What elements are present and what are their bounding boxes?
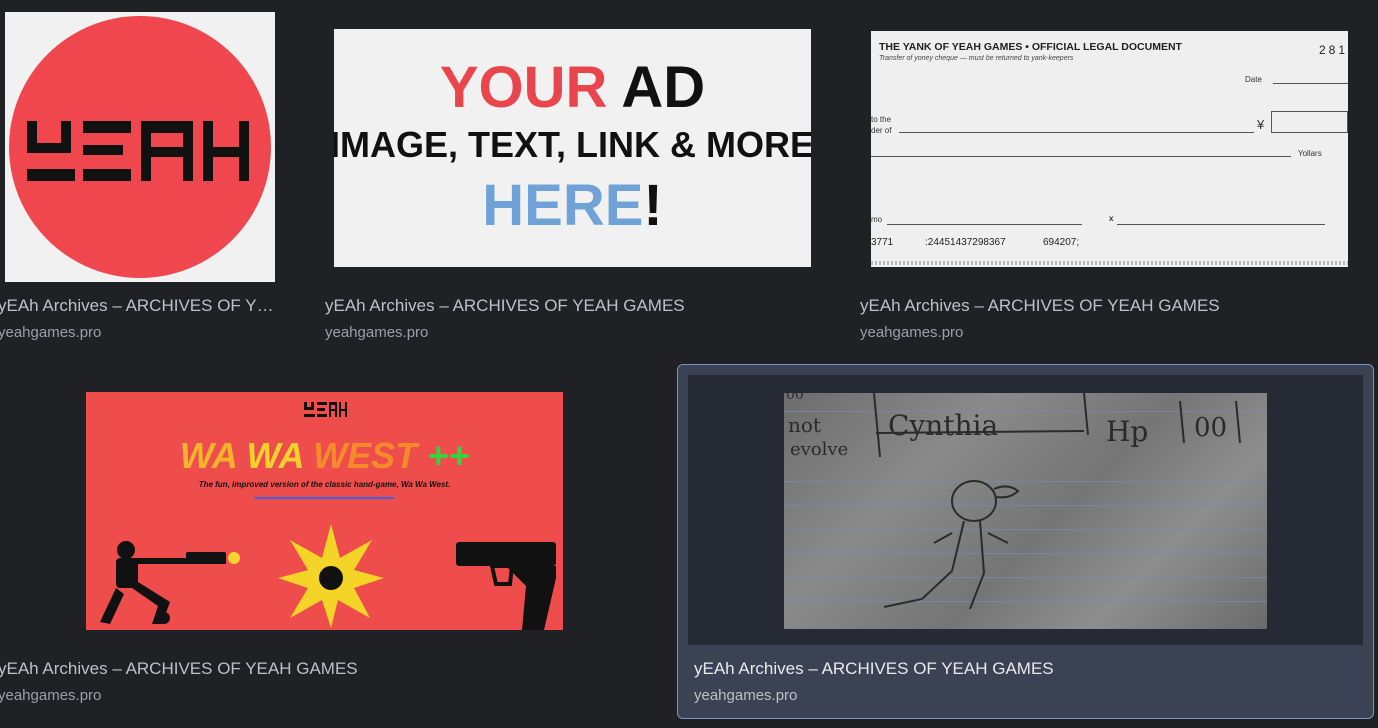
cheque-subheader: Transfer of yoney cheque — must be retur… bbox=[879, 55, 1074, 62]
sketch-drawing-icon bbox=[873, 393, 1241, 610]
result-thumbnail-5[interactable]: not evolve Cynthia Hp 00 00 bbox=[784, 393, 1267, 629]
game-title-word-1: WA bbox=[179, 435, 237, 476]
cheque-micr-3: 694207; bbox=[1043, 237, 1080, 248]
explosion-icon bbox=[278, 524, 384, 628]
cheque-payee-line bbox=[899, 132, 1254, 133]
cheque-micr-2: :24451437298367 bbox=[925, 237, 1006, 248]
cheque-order-label-2: der of bbox=[871, 126, 892, 135]
game-title-plus: ++ bbox=[427, 435, 470, 476]
result-thumbnail-4[interactable]: WA WA WEST ++ The fun, improved version … bbox=[86, 392, 563, 630]
cheque-amount-box bbox=[1271, 111, 1348, 133]
ad-bang: ! bbox=[643, 173, 663, 238]
result-source-4: yeahgames.pro bbox=[0, 687, 102, 704]
result-thumbnail-3[interactable]: THE YANK OF YEAH GAMES • OFFICIAL LEGAL … bbox=[871, 29, 1348, 267]
cheque-micr-1: 3771 bbox=[871, 237, 894, 248]
result-source-1: yeahgames.pro bbox=[0, 324, 102, 341]
result-title-4[interactable]: yEAh Archives – ARCHIVES OF YEAH GAMES bbox=[0, 659, 358, 679]
result-thumbnail-1[interactable] bbox=[5, 12, 275, 282]
result-title-5[interactable]: yEAh Archives – ARCHIVES OF YEAH GAMES bbox=[694, 659, 1054, 679]
ad-here-word: HERE bbox=[482, 173, 644, 238]
cheque-date-line bbox=[1273, 83, 1348, 84]
result-source-5: yeahgames.pro bbox=[694, 687, 798, 704]
ad-your-word: YOUR bbox=[439, 55, 608, 120]
cheque-date-label: Date bbox=[1245, 75, 1262, 84]
result-title-1[interactable]: yEAh Archives – ARCHIVES OF YEAH GAMES bbox=[0, 296, 280, 316]
cheque-currency: ¥ bbox=[1257, 117, 1265, 132]
ad-line-2: IMAGE, TEXT, LINK & MORE bbox=[334, 124, 811, 165]
game-title-word-3: WEST bbox=[313, 435, 418, 476]
game-link-text: ▬▬▬▬▬▬▬▬▬▬▬▬▬▬▬▬▬▬▬▬ bbox=[254, 494, 395, 501]
cheque-header: THE YANK OF YEAH GAMES • OFFICIAL LEGAL … bbox=[879, 41, 1182, 53]
game-title-word-2: WA bbox=[246, 435, 304, 476]
yeah-logo-icon bbox=[27, 121, 249, 181]
cheque-number: 281 bbox=[1318, 43, 1348, 57]
cheque-amount-line bbox=[871, 156, 1291, 157]
cheque-sign-mark: x bbox=[1109, 214, 1114, 223]
pistol-icon bbox=[456, 542, 556, 630]
result-thumbnail-2[interactable]: YOUR AD IMAGE, TEXT, LINK & MORE HERE! bbox=[334, 29, 811, 267]
cheque-yollars: Yollars bbox=[1298, 149, 1322, 158]
ad-ad-word: AD bbox=[621, 55, 706, 120]
game-title: WA WA WEST ++ bbox=[86, 436, 563, 476]
cheque-memo-line bbox=[887, 224, 1082, 225]
result-title-3[interactable]: yEAh Archives – ARCHIVES OF YEAH GAMES bbox=[860, 296, 1220, 316]
cheque-fineprint bbox=[871, 261, 1348, 265]
result-source-3: yeahgames.pro bbox=[860, 324, 964, 341]
result-source-2: yeahgames.pro bbox=[325, 324, 429, 341]
ad-headline: YOUR AD bbox=[334, 57, 811, 119]
game-subtitle: The fun, improved version of the classic… bbox=[198, 480, 451, 489]
cheque-memo-label: mo bbox=[871, 215, 883, 224]
cheque-sign-line bbox=[1117, 224, 1325, 225]
ad-line-3: HERE! bbox=[334, 175, 811, 237]
kneeling-shooter-icon bbox=[100, 541, 240, 624]
game-logo-icon bbox=[86, 400, 563, 425]
result-title-2[interactable]: yEAh Archives – ARCHIVES OF YEAH GAMES bbox=[325, 296, 685, 316]
cheque-order-label-1: to the bbox=[871, 115, 892, 124]
